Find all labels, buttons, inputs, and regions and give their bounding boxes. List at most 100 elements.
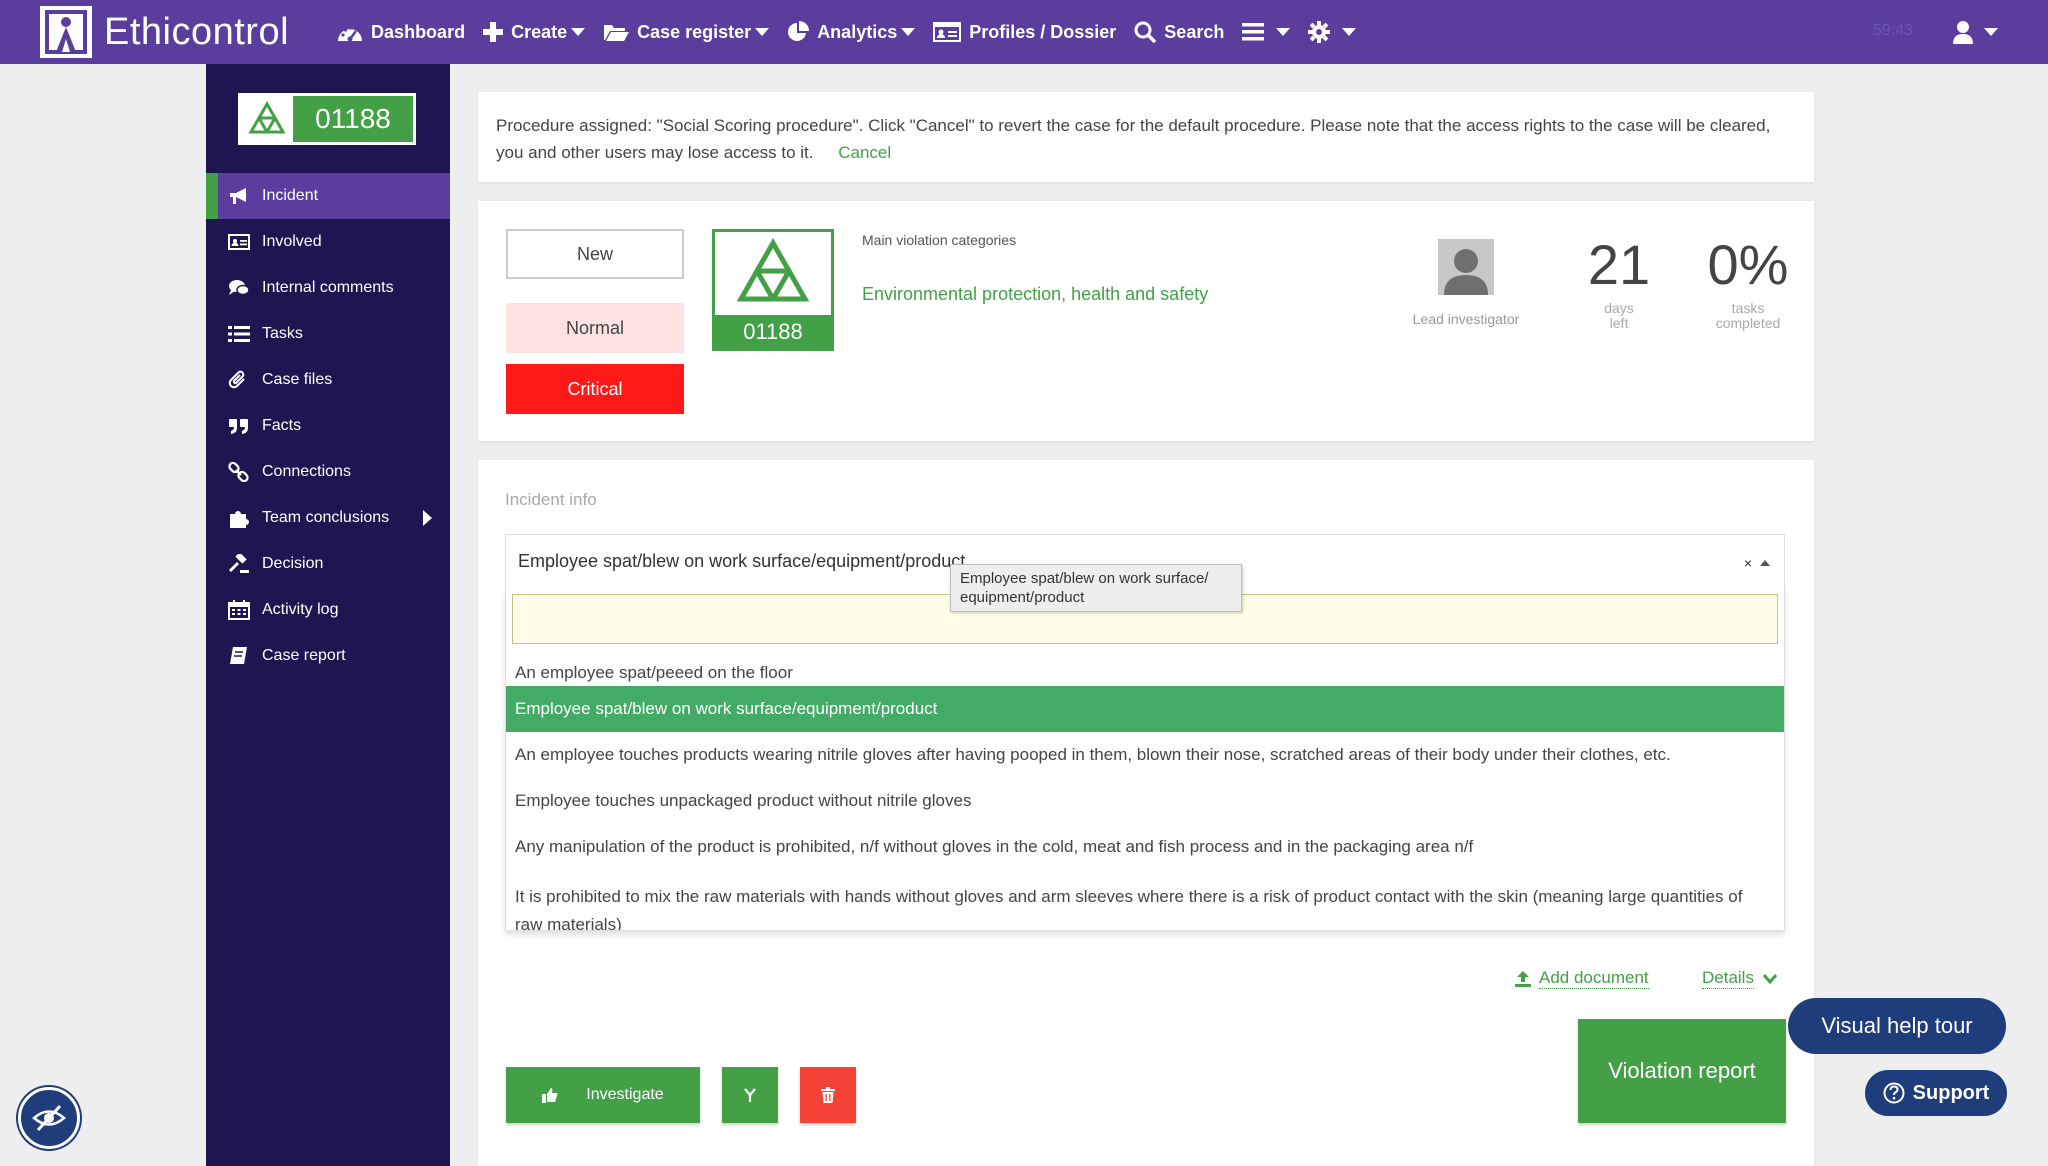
sidebar-item-involved[interactable]: Involved [206,219,450,265]
upload-icon [1515,970,1531,987]
nav-search-label: Search [1164,21,1225,42]
sidebar-item-connections[interactable]: Connections [206,449,450,495]
priority-normal-button[interactable]: Normal [506,303,684,353]
dropdown-option[interactable]: Employee touches unpackaged product with… [506,778,1784,824]
details-label: Details [1702,968,1754,989]
nav-menu[interactable] [1242,23,1291,41]
nav-dashboard-label: Dashboard [371,21,466,42]
nav-profiles[interactable]: Profiles / Dossier [933,22,1116,43]
user-menu[interactable] [1952,20,1998,44]
lead-investigator[interactable]: Lead investigator [1396,239,1536,327]
id-card-icon [933,22,962,42]
sidebar-item-facts[interactable]: Facts [206,403,450,449]
case-summary: New Normal Critical 01188 Main violation… [478,201,1814,441]
session-timer: 59:43 [1873,22,1914,39]
chevron-down-icon [1984,28,1998,36]
tasks-completed-label: tasks completed [1692,301,1804,331]
nav-create-label: Create [511,21,568,42]
dropdown-option[interactable]: An employee touches products wearing nit… [506,732,1784,778]
sidebar-item-label: Facts [262,417,302,434]
trash-icon [821,1087,835,1103]
investigate-button[interactable]: Investigate [506,1067,700,1123]
chevron-down-icon [571,28,586,36]
violation-categories-label: Main violation categories [862,232,1017,248]
selected-value-tooltip: Employee spat/blew on work surface/ equi… [950,564,1242,612]
sidebar-item-decision[interactable]: Decision [206,541,450,587]
priority-critical-button[interactable]: Critical [506,364,684,414]
split-case-button[interactable] [722,1067,778,1123]
nav-analytics-label: Analytics [817,21,898,42]
visual-help-tour-button[interactable]: Visual help tour [1788,998,2006,1054]
nav-analytics[interactable]: Analytics [787,21,916,43]
violation-report-button[interactable]: Violation report [1578,1019,1786,1123]
nav-case-register[interactable]: Case register [603,22,770,43]
add-document-link[interactable]: Add document [1514,968,1649,989]
sidebar-item-label: Case report [262,647,346,664]
chevron-down-icon [1762,973,1778,984]
tasks-completed-stat: 0% tasks completed [1692,237,1804,331]
lead-investigator-label: Lead investigator [1412,311,1520,327]
gear-icon [1308,21,1331,43]
sidebar-item-tasks[interactable]: Tasks [206,311,450,357]
accessibility-toggle[interactable] [18,1087,80,1149]
calendar-icon [228,600,250,620]
add-document-label: Add document [1539,968,1649,989]
dropdown-option[interactable]: Any manipulation of the product is prohi… [506,824,1784,870]
clear-selection-icon[interactable]: × [1744,555,1752,571]
nav-settings[interactable] [1308,21,1357,43]
hamburger-menu-icon [1242,23,1265,41]
delete-button[interactable] [800,1067,856,1123]
sidebar-item-label: Involved [262,233,322,250]
days-left-value: 21 [1587,233,1651,296]
logo[interactable]: Ethicontrol [40,0,289,64]
sidebar: 01188 Incident Involved Internal comment… [206,64,450,1166]
puzzle-icon [230,511,249,528]
sidebar-item-activity-log[interactable]: Activity log [206,587,450,633]
case-tile: 01188 [712,229,834,351]
violation-categories-value[interactable]: Environmental protection, health and saf… [862,284,1208,305]
search-icon [1134,21,1157,43]
case-tile-number: 01188 [715,315,831,348]
fork-icon [744,1088,756,1102]
pie-chart-icon [788,21,810,41]
sidebar-item-label: Case files [262,371,333,388]
investigate-label: Investigate [586,1086,664,1103]
sidebar-item-label: Team conclusions [262,509,390,526]
tasks-completed-value: 0% [1707,233,1789,296]
details-toggle[interactable]: Details [1702,968,1778,989]
sidebar-item-label: Tasks [262,325,303,342]
sidebar-item-case-report[interactable]: Case report [206,633,450,679]
status-new-button[interactable]: New [506,229,684,279]
thumbs-up-icon [542,1088,558,1103]
sidebar-item-label: Activity log [262,601,339,618]
plus-icon [483,22,504,42]
days-left-label: days left [1572,301,1666,331]
comments-icon [229,280,250,296]
chevron-down-icon [1342,28,1357,36]
procedure-notice: Procedure assigned: "Social Scoring proc… [478,92,1814,182]
paperclip-icon [228,370,245,389]
tasks-completed-label-line2: completed [1715,315,1781,331]
nav-dashboard[interactable]: Dashboard [337,22,465,43]
chevron-right-icon [423,510,432,526]
dropdown-option[interactable]: It is prohibited to mix the raw material… [506,871,1756,930]
select-controls: × [1744,555,1770,571]
megaphone-icon [230,188,246,204]
sidebar-item-case-files[interactable]: Case files [206,357,450,403]
case-number-badge: 01188 [238,93,416,145]
logo-mark-icon [40,6,92,58]
nav-create[interactable]: Create [483,21,586,43]
biohazard-icon [715,232,831,318]
sidebar-item-internal-comments[interactable]: Internal comments [206,265,450,311]
incident-info-label: Incident info [505,490,597,509]
dropdown-option-selected[interactable]: Employee spat/blew on work surface/equip… [506,686,1784,732]
chevron-up-icon[interactable] [1760,560,1770,566]
sidebar-item-team-conclusions[interactable]: Team conclusions [206,495,450,541]
cancel-procedure-link[interactable]: Cancel [838,143,891,162]
sidebar-item-label: Decision [262,555,324,572]
support-button[interactable]: Support [1865,1070,2007,1116]
sidebar-item-incident[interactable]: Incident [206,173,450,219]
nav-search[interactable]: Search [1134,21,1224,43]
tasks-completed-label-line1: tasks [1731,300,1765,316]
quote-icon [229,419,248,434]
